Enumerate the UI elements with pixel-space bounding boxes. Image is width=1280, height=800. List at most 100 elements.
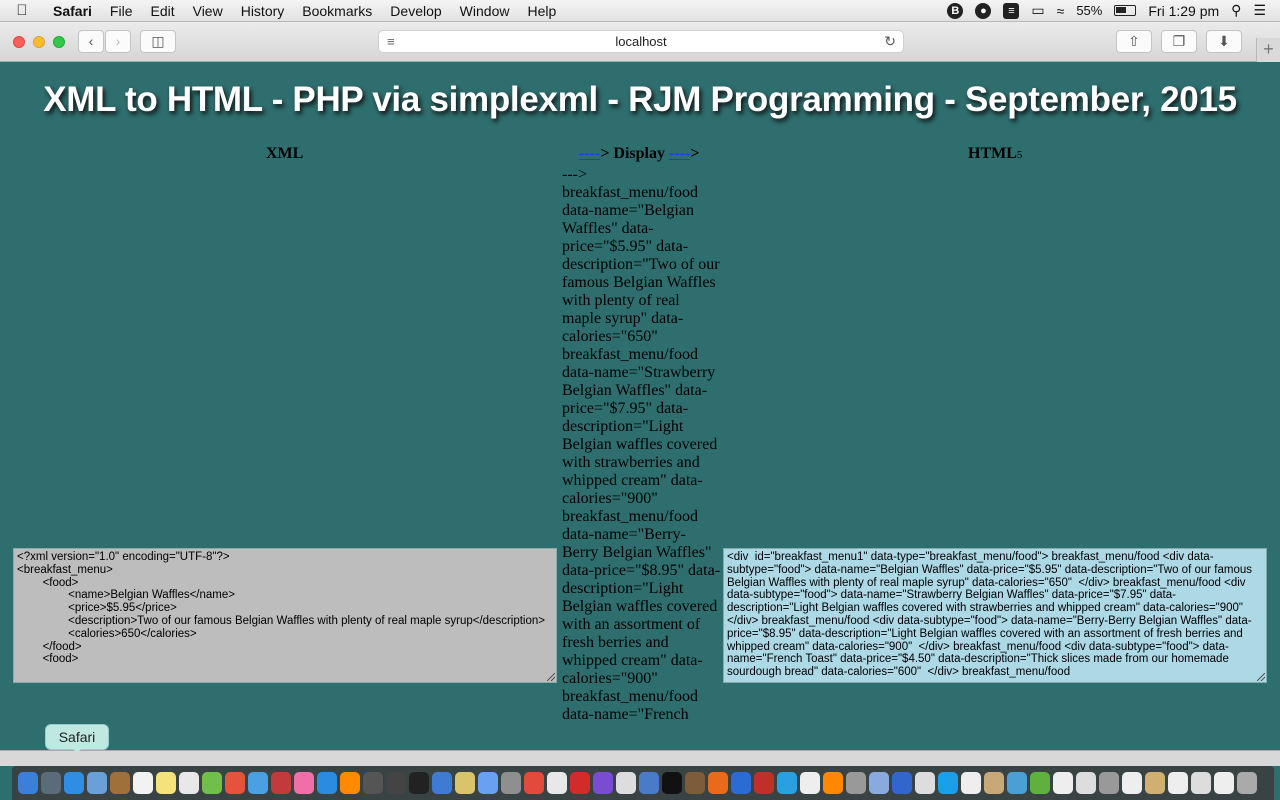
menu-help[interactable]: Help [518,3,565,19]
spotlight-icon[interactable]: ⚲ [1231,2,1241,19]
dock-app-icon[interactable] [547,772,567,794]
dock-app-icon[interactable] [248,772,268,794]
dock-app-icon[interactable] [202,772,222,794]
dock-app-icon[interactable] [1053,772,1073,794]
html-heading-label: HTML [968,145,1017,162]
dock-app-icon[interactable] [524,772,544,794]
dock-app-icon[interactable] [570,772,590,794]
back-button[interactable]: ‹ [78,30,104,53]
dock-app-icon[interactable] [1007,772,1027,794]
zoom-window-button[interactable] [53,36,65,48]
dock-app-icon[interactable] [1191,772,1211,794]
dock-app-icon[interactable] [1030,772,1050,794]
menu-file[interactable]: File [101,3,142,19]
menu-app-name[interactable]: Safari [44,3,101,19]
menu-window[interactable]: Window [451,3,519,19]
dock-app-icon[interactable] [271,772,291,794]
forward-button[interactable]: › [105,30,131,53]
reader-icon[interactable]: ≡ [387,31,395,52]
apple-menu-icon[interactable]:  [0,2,44,19]
dock-app-icon[interactable] [41,772,61,794]
dock-app-icon[interactable] [639,772,659,794]
dock-app-icon[interactable] [156,772,176,794]
dock-app-icon[interactable] [432,772,452,794]
dock-app-icon[interactable] [984,772,1004,794]
dock-app-icon[interactable] [294,772,314,794]
dock-app-icon[interactable] [685,772,705,794]
battery-icon[interactable] [1114,5,1137,16]
dock-app-icon[interactable] [731,772,751,794]
display-label: > Display [600,145,669,162]
address-bar[interactable]: ≡ localhost ↻ [378,30,904,53]
dock-app-icon[interactable] [478,772,498,794]
dock-app-icon[interactable] [754,772,774,794]
minimize-window-button[interactable] [33,36,45,48]
dock [12,766,1274,800]
record-status-icon[interactable]: ● [975,2,992,19]
dock-app-icon[interactable] [846,772,866,794]
display-left-link[interactable]: ---- [579,145,600,162]
html-textarea[interactable]: <div id="breakfast_menu1" data-type="bre… [723,548,1267,683]
dock-app-icon[interactable] [110,772,130,794]
dock-app-icon[interactable] [1122,772,1142,794]
dock-app-icon[interactable] [938,772,958,794]
menu-develop[interactable]: Develop [381,3,450,19]
xml-textarea[interactable]: <?xml version="1.0" encoding="UTF-8"?> <… [13,548,557,683]
address-text: localhost [615,34,667,49]
dock-app-icon[interactable] [340,772,360,794]
battery-percent[interactable]: 55% [1076,3,1102,18]
dock-app-icon[interactable] [64,772,84,794]
dock-app-icon[interactable] [1168,772,1188,794]
menu-bar:  Safari File Edit View History Bookmark… [0,0,1280,22]
dock-app-icon[interactable] [1076,772,1096,794]
dock-app-icon[interactable] [662,772,682,794]
menu-bookmarks[interactable]: Bookmarks [293,3,381,19]
display-arrow-end: > [690,145,700,162]
display-right-link[interactable]: ---- [669,145,690,162]
dock-app-icon[interactable] [1099,772,1119,794]
menu-edit[interactable]: Edit [141,3,183,19]
dock-app-icon[interactable] [1214,772,1234,794]
wifi-icon[interactable]: ≈ [1057,3,1065,19]
dock-app-icon[interactable] [961,772,981,794]
b-status-icon[interactable]: B [947,2,964,19]
menu-history[interactable]: History [232,3,294,19]
menu-clock[interactable]: Fri 1:29 pm [1148,3,1219,19]
dock-app-icon[interactable] [1145,772,1165,794]
browser-toolbar: ‹ › ◫ ≡ localhost ↻ ⇧ ❐ ⬇ + [0,22,1280,62]
tabs-overview-button[interactable]: ❐ [1161,30,1197,53]
dock-app-icon[interactable] [823,772,843,794]
dock-app-icon[interactable] [455,772,475,794]
airplay-icon[interactable]: ▭ [1031,2,1044,19]
dock-app-icon[interactable] [225,772,245,794]
menu-view[interactable]: View [184,3,232,19]
dock-app-icon[interactable] [1237,772,1257,794]
dock-app-icon[interactable] [915,772,935,794]
dock-app-icon[interactable] [708,772,728,794]
dock-app-icon[interactable] [800,772,820,794]
reload-icon[interactable]: ↻ [884,31,896,52]
sidebar-toggle-button[interactable]: ◫ [140,30,176,53]
dock-app-icon[interactable] [18,772,38,794]
dock-app-icon[interactable] [409,772,429,794]
dock-app-icon[interactable] [593,772,613,794]
dock-app-icon[interactable] [87,772,107,794]
dock-app-icon[interactable] [363,772,383,794]
dock-app-icon[interactable] [892,772,912,794]
dock-app-icon[interactable] [777,772,797,794]
dock-app-icon[interactable] [179,772,199,794]
downloads-button[interactable]: ⬇ [1206,30,1242,53]
html-resize-grip[interactable] [1257,673,1265,681]
dock-app-icon[interactable] [869,772,889,794]
close-window-button[interactable] [13,36,25,48]
dock-app-icon[interactable] [386,772,406,794]
new-tab-button[interactable]: + [1256,38,1280,62]
xml-resize-grip[interactable] [547,673,555,681]
dock-app-icon[interactable] [133,772,153,794]
notification-center-icon[interactable]: ☰ [1253,2,1266,19]
dock-app-icon[interactable] [317,772,337,794]
share-button[interactable]: ⇧ [1116,30,1152,53]
dock-app-icon[interactable] [501,772,521,794]
app-status-icon[interactable]: ≡ [1003,2,1020,19]
dock-app-icon[interactable] [616,772,636,794]
